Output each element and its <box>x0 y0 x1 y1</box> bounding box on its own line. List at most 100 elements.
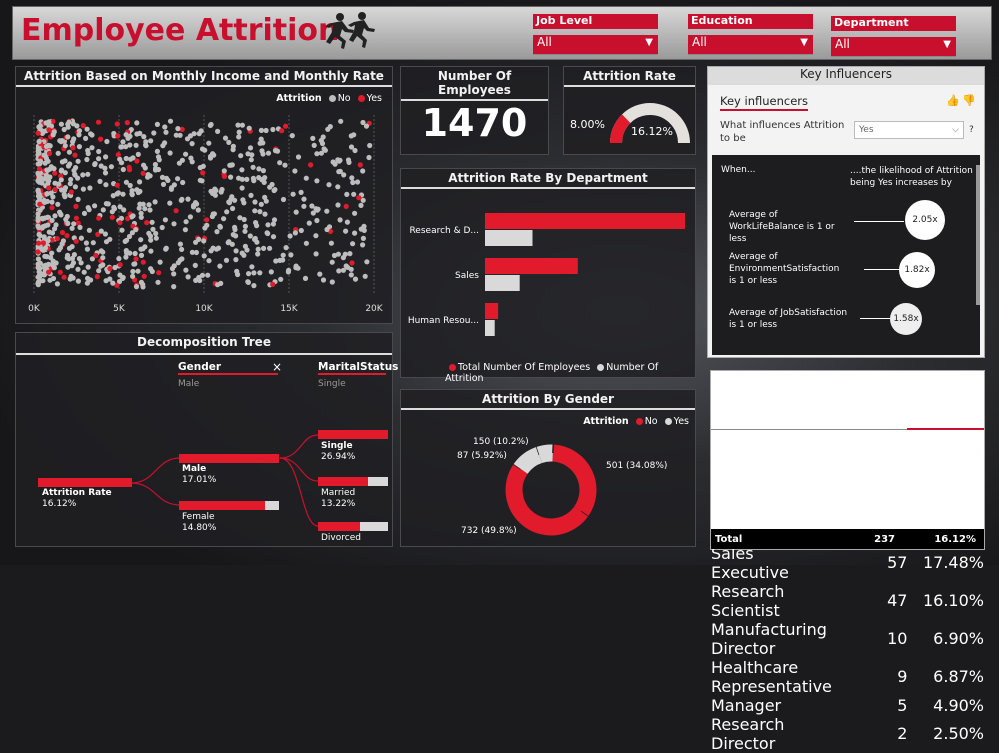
scatter-legend-no: No <box>338 93 351 104</box>
scatter-point <box>261 168 266 173</box>
scatter-point <box>47 174 52 179</box>
donut-slice[interactable] <box>521 455 540 469</box>
scatter-point <box>206 258 211 263</box>
table-row[interactable]: Manager54.90% <box>711 696 984 715</box>
scatter-point <box>160 143 165 148</box>
slicer-education-value[interactable]: All▼ <box>688 35 813 55</box>
scatter-point <box>219 189 224 194</box>
gender-panel[interactable]: Attrition By Gender Attrition No Yes 150… <box>400 389 696 547</box>
chevron-down-icon: ▼ <box>645 37 653 48</box>
dept-panel[interactable]: Attrition Rate By Department Research & … <box>400 168 696 378</box>
scatter-point <box>313 233 318 238</box>
influencers-value: Yes <box>859 125 874 135</box>
jobrole-table: JobRole Number ... Attrition Rate▼ Sales… <box>711 371 984 753</box>
scatter-point <box>70 226 75 231</box>
scatter-point <box>180 158 185 163</box>
donut-slice[interactable] <box>539 453 553 455</box>
jobrole-header-rate[interactable]: Attrition Rate▼ <box>907 371 984 429</box>
influencers-scrollbar[interactable] <box>976 165 980 305</box>
slicer-job-level-value[interactable]: All▼ <box>533 35 658 55</box>
slicer-job-level[interactable]: Job Level All▼ <box>533 14 658 55</box>
scatter-point <box>116 256 121 261</box>
jobrole-header-role[interactable]: JobRole <box>711 371 836 429</box>
thumbs-down-icon[interactable]: 👎 <box>962 94 976 107</box>
scatter-point <box>142 206 147 211</box>
scatter-point <box>64 233 69 238</box>
scatter-point <box>148 138 153 143</box>
scatter-point <box>351 192 356 197</box>
scatter-point <box>84 240 89 245</box>
scatter-point <box>150 269 155 274</box>
tab-key-influencers[interactable]: Key influencers <box>720 94 808 111</box>
jobrole-cell-rate: 2.50% <box>907 715 984 753</box>
dept-bar-total[interactable] <box>485 303 498 319</box>
donut-slice[interactable] <box>553 453 588 511</box>
scatter-point <box>190 159 195 164</box>
scatter-point <box>143 143 148 148</box>
decomp-root-bar[interactable] <box>38 478 132 487</box>
scatter-point <box>224 258 229 263</box>
dept-bar-total[interactable] <box>485 258 578 274</box>
slicer-education[interactable]: Education All▼ <box>688 14 813 55</box>
scatter-point <box>304 176 309 181</box>
decomp-male-bar[interactable] <box>179 454 279 463</box>
jobrole-table-panel[interactable]: JobRole Number ... Attrition Rate▼ Sales… <box>710 370 985 550</box>
decomp-divorced-bar[interactable] <box>318 522 388 531</box>
table-row[interactable]: Research Scientist4716.10% <box>711 582 984 620</box>
help-icon[interactable]: ? <box>969 125 974 135</box>
jobrole-header-number[interactable]: Number ... <box>836 371 908 429</box>
scatter-point <box>49 200 54 205</box>
decomp-single-bar[interactable] <box>318 430 388 439</box>
jobrole-cell-rate: 39.76% <box>907 429 984 468</box>
decomp-panel[interactable]: Decomposition Tree Gender × Male Marital… <box>15 332 393 547</box>
scatter-point <box>179 247 184 252</box>
influencer-text-3[interactable]: Average of JobSatisfaction is 1 or less <box>729 307 849 331</box>
scatter-panel[interactable]: Attrition Based on Monthly Income and Mo… <box>15 66 393 324</box>
scatter-point <box>153 199 158 204</box>
dept-bar-attrition[interactable] <box>485 230 533 246</box>
influencers-value-dropdown[interactable]: Yes⌵ <box>854 121 964 139</box>
slicer-department-value[interactable]: All▼ <box>831 37 956 57</box>
decomp-col-marital[interactable]: MaritalStatus <box>318 361 386 375</box>
table-row[interactable]: Laboratory Technician6223.94% <box>711 468 984 506</box>
scatter-point <box>46 238 51 243</box>
jobrole-cell-number: 33 <box>836 429 908 468</box>
scatter-point <box>134 284 139 289</box>
scatter-point <box>42 272 47 277</box>
gender-legend-yes: Yes <box>674 416 689 427</box>
table-row[interactable]: Manufacturing Director106.90% <box>711 620 984 658</box>
scatter-point <box>317 272 322 277</box>
scatter-point <box>218 281 223 286</box>
dept-bar-attrition[interactable] <box>485 320 495 336</box>
thumbs-up-icon[interactable]: 👍 <box>946 94 960 107</box>
scatter-point <box>132 261 137 266</box>
table-row[interactable]: Research Director22.50% <box>711 715 984 753</box>
scatter-point <box>266 151 271 156</box>
scatter-point <box>163 130 168 135</box>
table-row[interactable]: Sales Representative3339.76% <box>711 429 984 468</box>
influencers-panel[interactable]: Key Influencers Key influencers 👍 👎 What… <box>707 66 985 358</box>
jobrole-cell-number: 47 <box>836 582 908 620</box>
donut-slice[interactable] <box>514 469 581 527</box>
influencer-text-1[interactable]: Average of WorkLifeBalance is 1 or less <box>729 209 849 245</box>
decomp-root-value: 16.12% <box>42 499 76 509</box>
scatter-point <box>134 256 139 261</box>
dept-bar-total[interactable] <box>485 213 685 229</box>
influencer-text-2[interactable]: Average of EnvironmentSatisfaction is 1 … <box>729 251 849 287</box>
table-row[interactable]: Sales Executive5717.48% <box>711 544 984 582</box>
dept-bar-attrition[interactable] <box>485 275 520 291</box>
scatter-point <box>341 255 346 260</box>
gender-title: Attrition By Gender <box>401 392 695 410</box>
scatter-point <box>96 268 101 273</box>
jobrole-cell-rate: 6.90% <box>907 620 984 658</box>
scatter-point <box>38 233 43 238</box>
decomp-col-gender[interactable]: Gender <box>178 361 278 375</box>
decomp-married-bar[interactable] <box>318 477 388 486</box>
close-icon[interactable]: × <box>272 360 282 374</box>
scatter-point <box>104 278 109 283</box>
slicer-department[interactable]: Department All▼ <box>831 16 956 57</box>
scatter-point <box>138 247 143 252</box>
scatter-point <box>148 238 153 243</box>
table-row[interactable]: Healthcare Representative96.87% <box>711 658 984 696</box>
decomp-female-bar[interactable] <box>179 501 279 510</box>
